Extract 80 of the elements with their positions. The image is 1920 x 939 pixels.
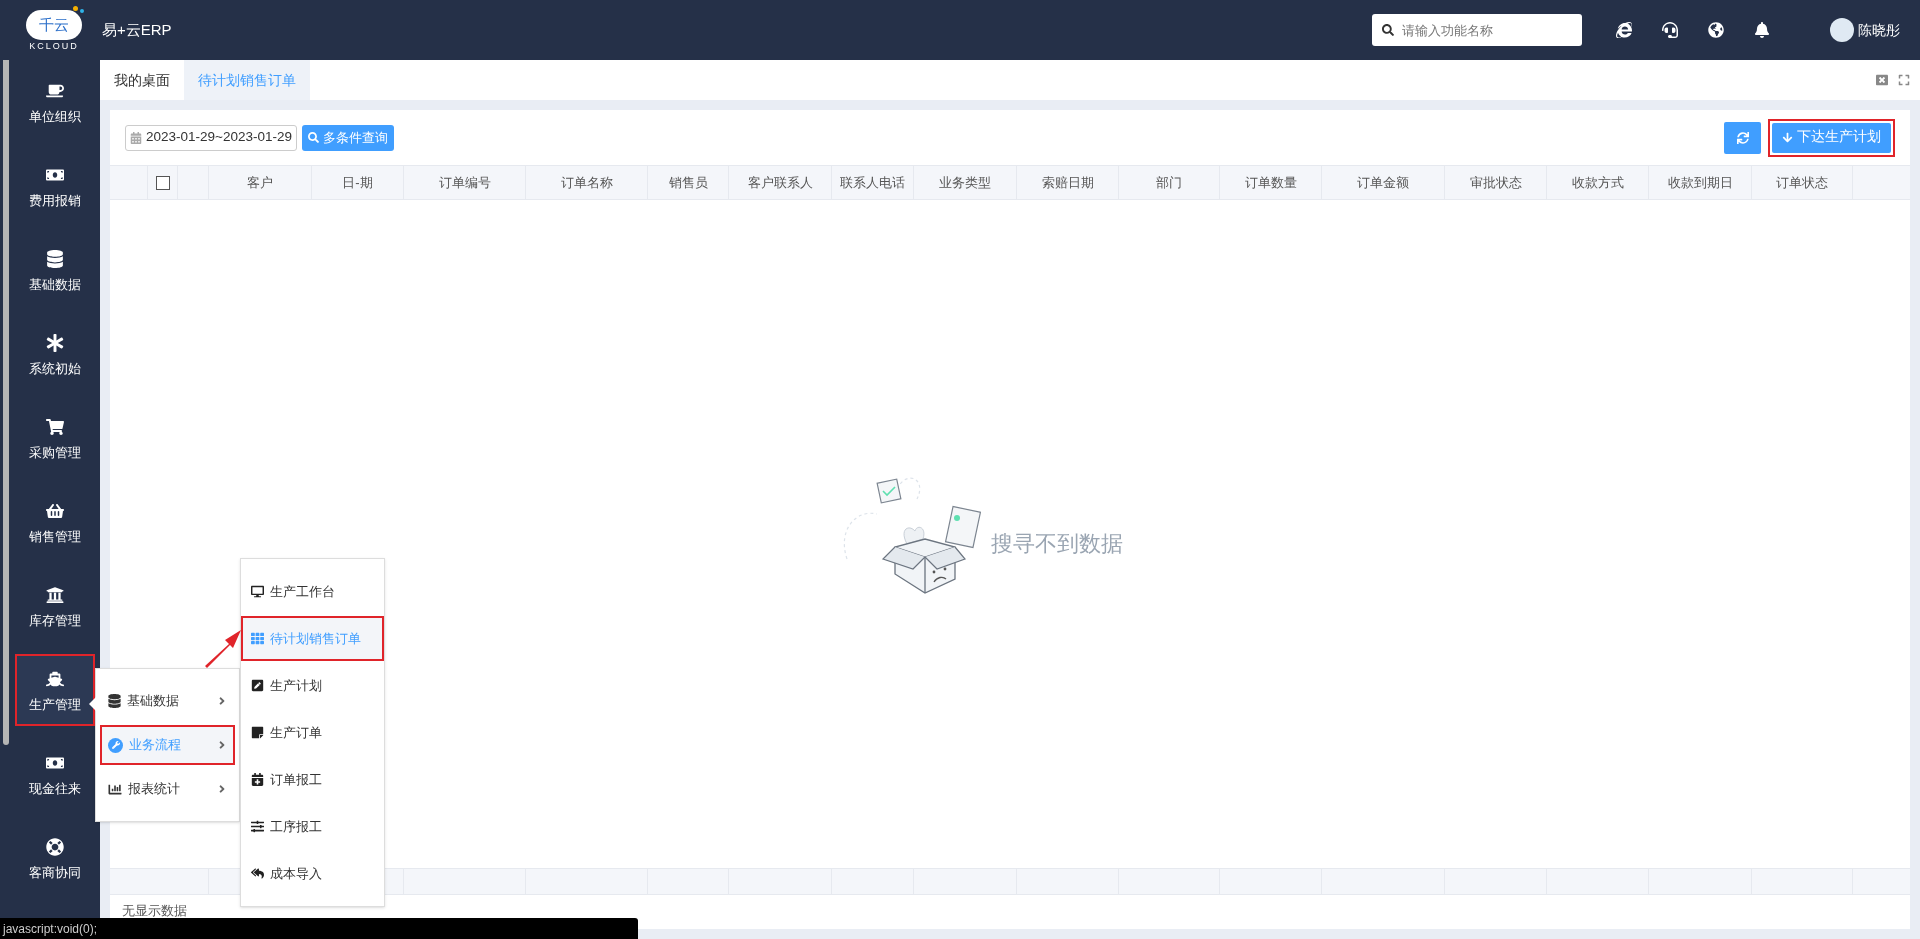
basket-icon [46,501,64,520]
sidebar-item[interactable]: 现金往来 [15,738,95,810]
chevron-right-icon [217,739,227,751]
menu-item[interactable]: 报表统计 [100,769,235,809]
logo-subtext: KCLOUD [29,41,79,51]
submenu-item[interactable]: 生产工作台 [241,569,384,614]
calendar-icon [251,773,264,786]
sidebar-item[interactable]: 客商协同 [15,822,95,894]
submenu-item[interactable]: 生产订单 [241,710,384,755]
sidebar-item[interactable]: 系统初始 [15,318,95,390]
sidebar-item[interactable]: 采购管理 [15,402,95,474]
annotation-arrow [203,628,243,668]
submenu-item[interactable]: 生产计划 [241,663,384,708]
chevron-right-icon [217,695,227,707]
globe-icon[interactable] [1708,22,1724,38]
monitor-icon [251,585,264,598]
table-header-cell: 部门 [1119,166,1220,199]
table-header-cell: 订单编号 [404,166,526,199]
chevron-right-icon [217,783,227,795]
table-header-cell: 订单名称 [526,166,648,199]
sliders-icon [251,820,264,833]
sidebar-item[interactable]: 生产管理 [15,654,95,726]
submenu-item[interactable]: 成本导入 [241,851,384,896]
logo-text: 千云 [39,17,69,32]
search-icon [308,132,319,143]
table-header-cell: 日-期 [312,166,404,199]
table-header-cell: 收款到期日 [1649,166,1752,199]
sidebar-item[interactable]: 费用报销 [15,150,95,222]
asterisk-icon [46,333,64,352]
table-header-cell: 客户 [209,166,312,199]
sidebar-item[interactable]: 销售管理 [15,486,95,558]
table-header-cell: 销售员 [648,166,729,199]
select-all-checkbox[interactable] [155,175,170,190]
note-icon [251,726,264,739]
user-name[interactable]: 陈晓彤 [1858,19,1900,41]
tab[interactable]: 我的桌面 [100,60,184,100]
database-icon [46,249,64,268]
table-header-cell: 订单状态 [1752,166,1853,199]
avatar[interactable] [1830,18,1854,42]
status-bar: javascript:void(0); [0,918,638,939]
table-header-cell: 客户联系人 [729,166,832,199]
sidebar-item[interactable]: 库存管理 [15,570,95,642]
bar-chart-icon [108,782,122,796]
ship-icon [46,669,64,688]
bank-icon [46,585,64,604]
dots-icon [73,5,84,13]
grid-icon [251,632,264,645]
close-icon[interactable] [1876,74,1888,86]
bell-icon[interactable] [1754,22,1770,38]
table-header-cell: 联系人电话 [832,166,914,199]
browser-icon[interactable] [1616,22,1632,38]
table-header-cell: 收款方式 [1547,166,1649,199]
date-range-field[interactable]: 2023-01-29~2023-01-29 [125,124,297,151]
sidebar-item[interactable]: 单位组织 [15,66,95,138]
reply-icon [251,867,264,880]
submenu-item[interactable]: 订单报工 [241,757,384,802]
app-title: 易+云ERP [102,19,172,40]
fullscreen-icon[interactable] [1898,74,1910,86]
lifebuoy-icon [46,837,64,856]
table-header-cell: 订单数量 [1220,166,1322,199]
cart-icon [46,417,64,436]
menu-item[interactable]: 基础数据 [100,681,235,721]
refresh-icon [1736,131,1749,144]
table-header-cell: 订单金额 [1322,166,1445,199]
footer-text: 无显示数据 [122,902,187,920]
table-header-cell: 索赔日期 [1017,166,1119,199]
empty-message: 搜寻不到数据 [991,529,1123,558]
down-arrow-icon [1782,132,1793,143]
table-header-cell: 审批状态 [1445,166,1547,199]
database-icon [108,694,121,708]
headset-icon[interactable] [1662,22,1678,38]
search-field[interactable]: 请输入功能名称 [1372,14,1582,46]
search-icon [1382,24,1394,36]
calendar-icon [130,131,142,144]
refresh-button[interactable] [1724,121,1761,154]
sidebar-item[interactable]: 基础数据 [15,234,95,306]
submenu-item[interactable]: 工序报工 [241,804,384,849]
table-header-cell: 业务类型 [914,166,1017,199]
wrench-icon [108,737,123,753]
pencil-icon [251,679,264,692]
